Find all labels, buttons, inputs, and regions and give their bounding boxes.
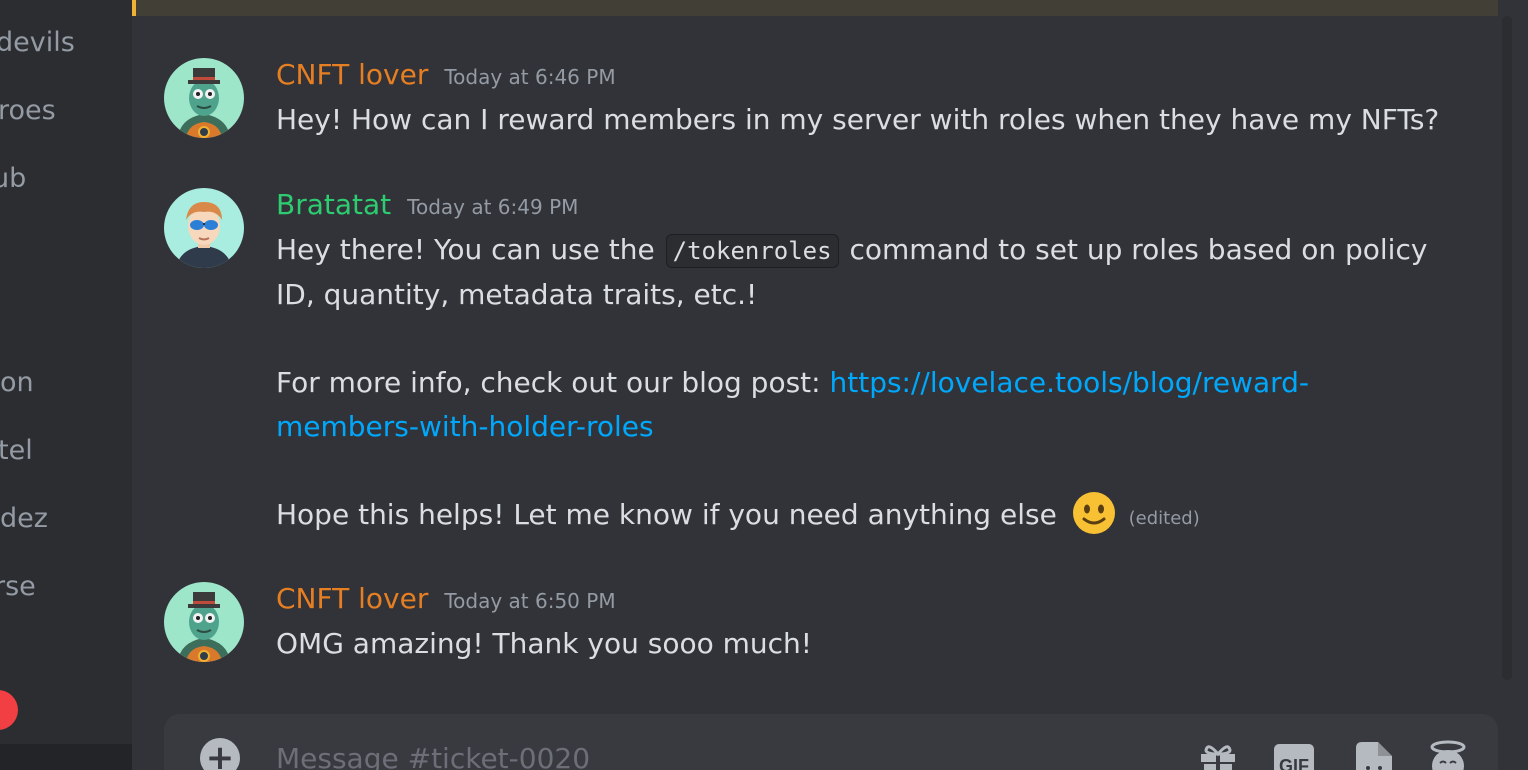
sidebar-item-label: dez [0,502,48,534]
message-text: Hey! How can I reward members in my serv… [276,103,1440,136]
sidebar-item-devils[interactable]: devils [0,22,132,62]
notification-badge[interactable] [0,690,18,730]
cnft-lover-avatar-icon [164,582,244,662]
message-header: CNFT lover Today at 6:46 PM [276,58,1426,98]
message: CNFT lover Today at 6:50 PM OMG amazing!… [164,582,1444,672]
blog-link[interactable]: https://lovelace.tools/blog/reward- [829,366,1309,399]
sidebar-item-roes[interactable]: roes [0,90,132,130]
sidebar-item-label: on [0,366,34,398]
message-body: Bratatat Today at 6:49 PM Hey there! You… [276,188,1428,541]
timestamp: Today at 6:49 PM [407,195,579,219]
message: Bratatat Today at 6:49 PM Hey there! You… [164,188,1444,548]
avatar[interactable] [164,188,244,268]
emoji-icon[interactable] [1426,738,1470,770]
pinned-banner [132,0,1498,16]
sidebar-item-label: ub [0,162,27,194]
edited-label: (edited) [1128,508,1200,529]
sidebar-item-label: roes [0,94,56,126]
sidebar-item-label: devils [0,26,75,58]
text-segment: command to set up roles based on policy [849,233,1428,266]
message-input[interactable] [276,736,1176,770]
sidebar-item-tel[interactable]: tel [0,430,132,470]
add-icon: + [205,738,235,770]
timestamp: Today at 6:46 PM [444,65,616,89]
sidebar-item-label: tel [0,434,33,466]
scrollbar[interactable] [1502,16,1512,680]
chat-area: CNFT lover Today at 6:46 PM Hey! How can… [132,0,1528,770]
channel-sidebar: devils roes ub on tel dez rse [0,0,132,770]
message: CNFT lover Today at 6:46 PM Hey! How can… [164,58,1444,148]
avatar[interactable] [164,582,244,662]
cnft-lover-avatar-icon [164,58,244,138]
avatar[interactable] [164,58,244,138]
message-text: Hope this helps! Let me know if you need… [276,492,1426,541]
user-panel [0,744,132,770]
username[interactable]: CNFT lover [276,582,428,615]
discord-app: devils roes ub on tel dez rse [0,0,1528,770]
timestamp: Today at 6:50 PM [444,589,616,613]
message-body: CNFT lover Today at 6:50 PM OMG amazing!… [276,582,1426,666]
inline-code: /tokenroles [665,234,839,268]
message-text: For more info, check out our blog post: … [276,361,1426,405]
sidebar-item-on[interactable]: on [0,362,132,402]
gif-icon[interactable]: GIF [1272,738,1316,770]
message-text: Hey there! You can use the /tokenroles c… [276,228,1428,273]
bratatat-avatar-icon [164,188,244,268]
message-text: members-with-holder-roles [276,405,1426,449]
message-body: CNFT lover Today at 6:46 PM Hey! How can… [276,58,1440,142]
text-segment: Hope this helps! Let me know if you need… [276,498,1057,531]
text-segment: Hey there! You can use the [276,233,655,266]
sidebar-item-label: rse [0,570,36,602]
sticker-icon[interactable] [1352,738,1396,770]
message-composer: + GIF [164,714,1498,770]
message-header: Bratatat Today at 6:49 PM [276,188,1426,228]
sidebar-item-dez[interactable]: dez [0,498,132,538]
slight-smile-emoji-icon [1072,492,1115,534]
username[interactable]: CNFT lover [276,58,428,91]
gif-label: GIF [1279,756,1309,770]
message-header: CNFT lover Today at 6:50 PM [276,582,1426,622]
text-segment: For more info, check out our blog post: [276,366,821,399]
sidebar-item-rse[interactable]: rse [0,566,132,606]
add-attachment-button[interactable]: + [200,738,240,770]
message-text: ID, quantity, metadata traits, etc.! [276,278,758,311]
gift-icon[interactable] [1196,738,1240,770]
sidebar-item-ub[interactable]: ub [0,158,132,198]
username[interactable]: Bratatat [276,188,391,221]
message-text: OMG amazing! Thank you sooo much! [276,627,812,660]
blog-link-continued[interactable]: members-with-holder-roles [276,410,654,443]
